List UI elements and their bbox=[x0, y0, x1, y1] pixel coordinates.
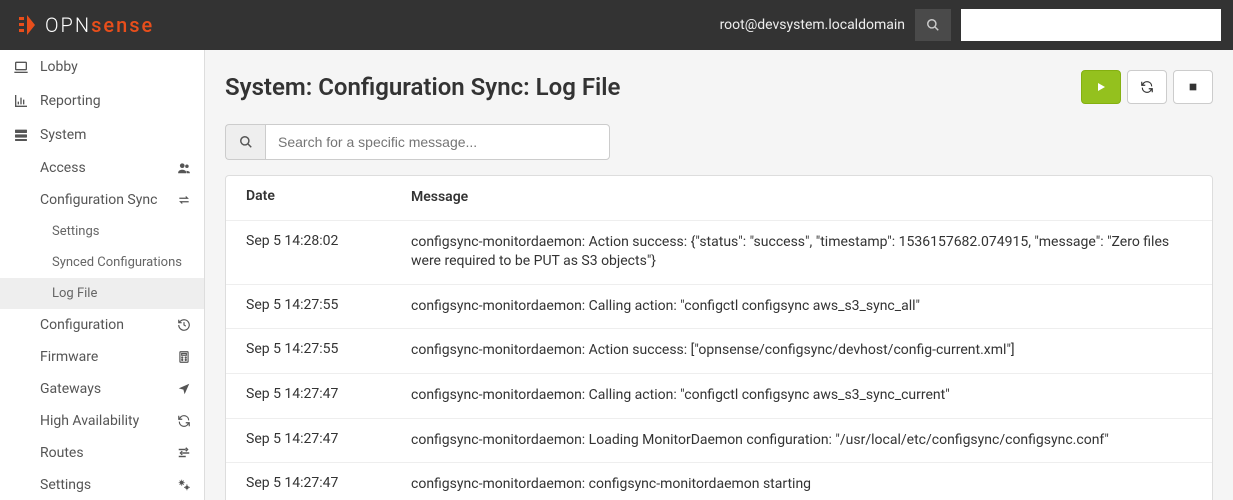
log-message: configsync-monitordaemon: Calling action… bbox=[411, 386, 1192, 406]
log-search-input[interactable] bbox=[265, 124, 610, 160]
sidebar-item-system[interactable]: System bbox=[0, 118, 204, 152]
logo[interactable]: OPNsense bbox=[15, 13, 154, 37]
col-header-date: Date bbox=[246, 188, 411, 208]
log-message: configsync-monitordaemon: Action success… bbox=[411, 233, 1192, 272]
refresh-icon bbox=[176, 413, 192, 429]
cogs-icon bbox=[176, 477, 192, 493]
stop-button[interactable] bbox=[1173, 70, 1213, 104]
log-message: configsync-monitordaemon: Calling action… bbox=[411, 297, 1192, 317]
laptop-icon bbox=[12, 58, 30, 76]
table-row: Sep 5 14:28:02configsync-monitordaemon: … bbox=[226, 221, 1212, 285]
sidebar-item-lobby[interactable]: Lobby bbox=[0, 50, 204, 84]
log-date: Sep 5 14:27:47 bbox=[246, 431, 411, 451]
header-search-button[interactable] bbox=[915, 9, 951, 41]
sidebar: Lobby Reporting System Access Configurat… bbox=[0, 50, 205, 500]
sidebar-item-logfile[interactable]: Log File bbox=[0, 278, 204, 309]
table-row: Sep 5 14:27:47configsync-monitordaemon: … bbox=[226, 419, 1212, 464]
sidebar-item-ha[interactable]: High Availability bbox=[0, 405, 204, 437]
header-search-input[interactable] bbox=[961, 9, 1221, 41]
users-icon bbox=[176, 160, 192, 176]
table-row: Sep 5 14:27:55configsync-monitordaemon: … bbox=[226, 329, 1212, 374]
log-date: Sep 5 14:27:55 bbox=[246, 341, 411, 361]
play-button[interactable] bbox=[1081, 70, 1121, 104]
header-bar: OPNsense root@devsystem.localdomain bbox=[0, 0, 1233, 50]
exchange-icon bbox=[176, 192, 192, 208]
chart-icon bbox=[12, 92, 30, 110]
calculator-icon bbox=[176, 349, 192, 365]
opnsense-logo-icon bbox=[15, 13, 39, 37]
sidebar-item-routes[interactable]: Routes bbox=[0, 437, 204, 469]
server-icon bbox=[12, 126, 30, 144]
sidebar-item-synced[interactable]: Synced Configurations bbox=[0, 247, 204, 278]
user-label[interactable]: root@devsystem.localdomain bbox=[720, 17, 905, 33]
table-row: Sep 5 14:27:47configsync-monitordaemon: … bbox=[226, 463, 1212, 500]
sidebar-item-configuration[interactable]: Configuration bbox=[0, 309, 204, 341]
table-row: Sep 5 14:27:55configsync-monitordaemon: … bbox=[226, 285, 1212, 330]
sidebar-item-reporting[interactable]: Reporting bbox=[0, 84, 204, 118]
log-date: Sep 5 14:27:47 bbox=[246, 386, 411, 406]
sidebar-item-firmware[interactable]: Firmware bbox=[0, 341, 204, 373]
log-table: Date Message Sep 5 14:28:02configsync-mo… bbox=[225, 175, 1213, 500]
sidebar-item-settings[interactable]: Settings bbox=[0, 469, 204, 500]
table-row: Sep 5 14:27:47configsync-monitordaemon: … bbox=[226, 374, 1212, 419]
main-content: System: Configuration Sync: Log File bbox=[205, 50, 1233, 500]
log-date: Sep 5 14:28:02 bbox=[246, 233, 411, 272]
page-title: System: Configuration Sync: Log File bbox=[225, 73, 620, 101]
log-date: Sep 5 14:27:55 bbox=[246, 297, 411, 317]
log-date: Sep 5 14:27:47 bbox=[246, 475, 411, 495]
log-table-header: Date Message bbox=[226, 176, 1212, 221]
share-icon bbox=[176, 445, 192, 461]
history-icon bbox=[176, 317, 192, 333]
reload-button[interactable] bbox=[1127, 70, 1167, 104]
sidebar-item-access[interactable]: Access bbox=[0, 152, 204, 184]
log-search-button[interactable] bbox=[225, 124, 265, 160]
logo-text: OPNsense bbox=[45, 13, 154, 37]
location-icon bbox=[176, 381, 192, 397]
log-message: configsync-monitordaemon: Action success… bbox=[411, 341, 1192, 361]
log-message: configsync-monitordaemon: configsync-mon… bbox=[411, 475, 1192, 495]
sidebar-item-sync-settings[interactable]: Settings bbox=[0, 216, 204, 247]
sidebar-item-gateways[interactable]: Gateways bbox=[0, 373, 204, 405]
sidebar-item-config-sync[interactable]: Configuration Sync bbox=[0, 184, 204, 216]
col-header-message: Message bbox=[411, 188, 1192, 208]
log-message: configsync-monitordaemon: Loading Monito… bbox=[411, 431, 1192, 451]
